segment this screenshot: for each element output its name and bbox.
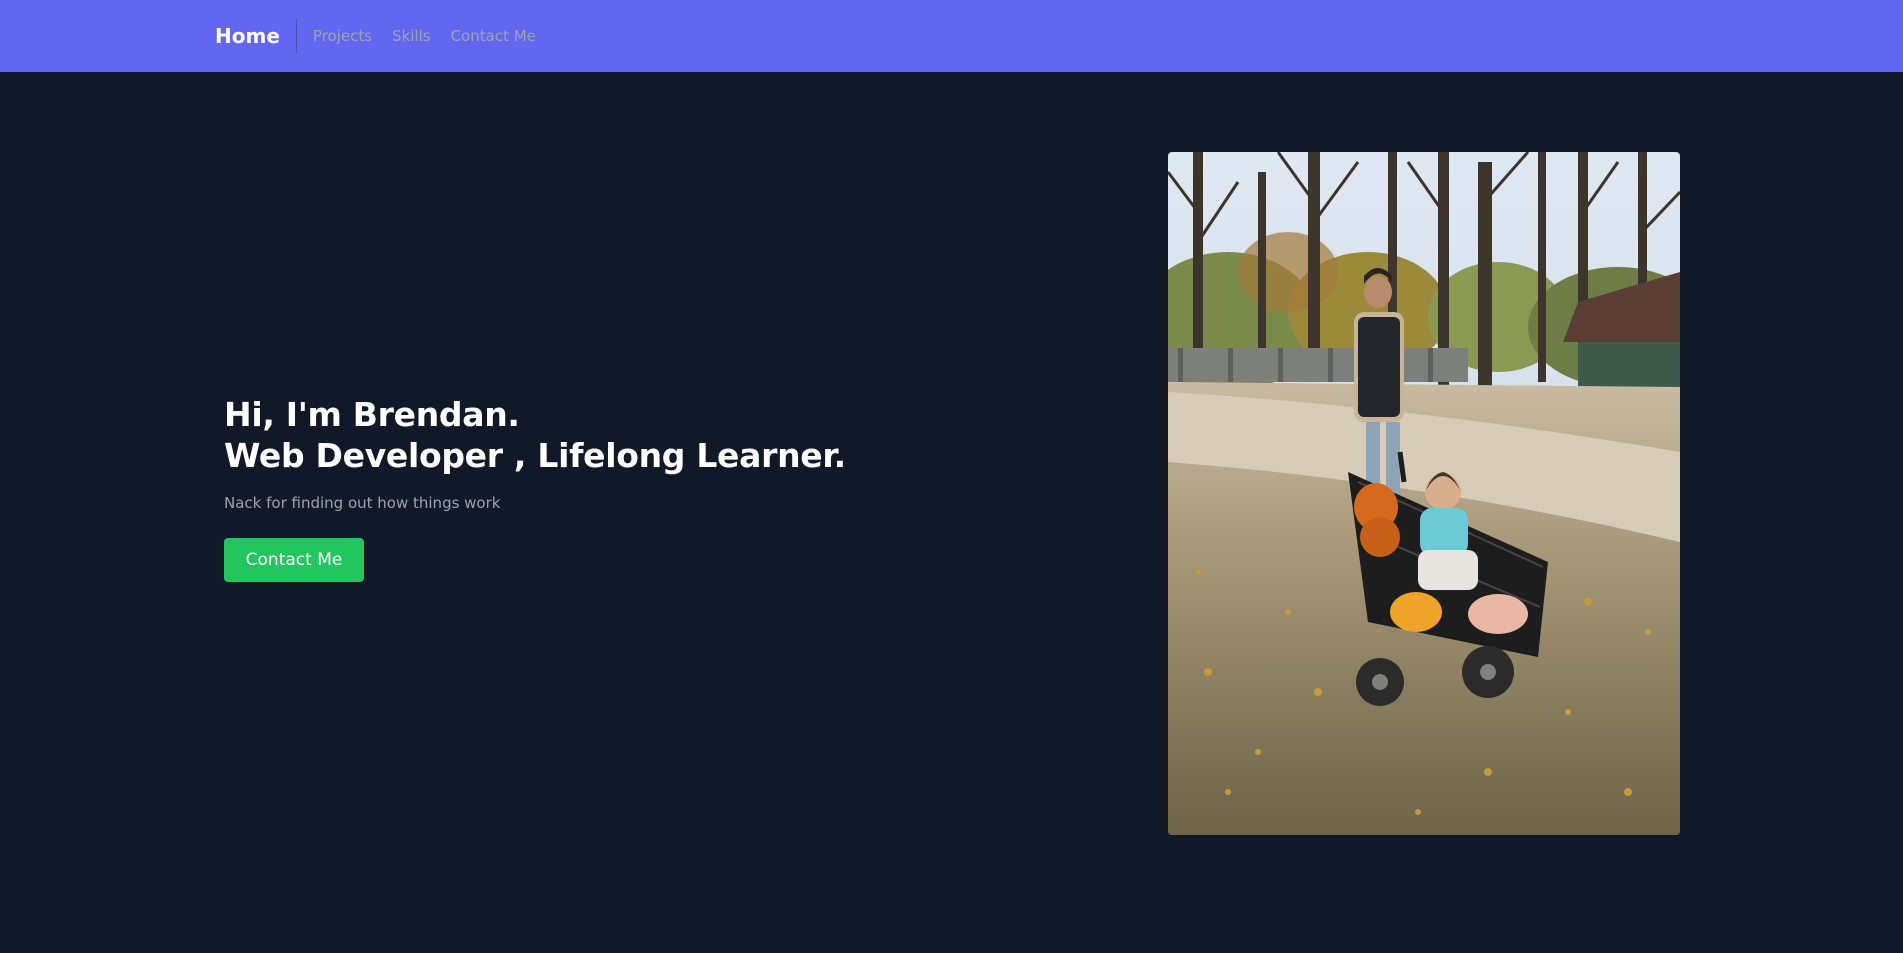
nav-skills-link[interactable]: Skills — [392, 27, 431, 45]
hero-title: Hi, I'm Brendan. Web Developer , Lifelon… — [224, 394, 944, 476]
nav-projects-link[interactable]: Projects — [313, 27, 372, 45]
hero-title-line2: Web Developer , Lifelong Learner. — [224, 436, 846, 475]
top-navbar: Home Projects Skills Contact Me — [0, 0, 1903, 72]
hero-section: Hi, I'm Brendan. Web Developer , Lifelon… — [224, 394, 944, 582]
nav-home-link[interactable]: Home — [215, 24, 296, 48]
nav-contact-link[interactable]: Contact Me — [451, 27, 536, 45]
nav-menu: Home Projects Skills Contact Me — [215, 0, 556, 72]
hero-subtitle: Nack for finding out how things work — [224, 494, 501, 512]
contact-me-button[interactable]: Contact Me — [224, 538, 364, 582]
hero-title-line1: Hi, I'm Brendan. — [224, 395, 520, 434]
nav-divider — [295, 19, 297, 53]
profile-photo — [1168, 152, 1680, 835]
